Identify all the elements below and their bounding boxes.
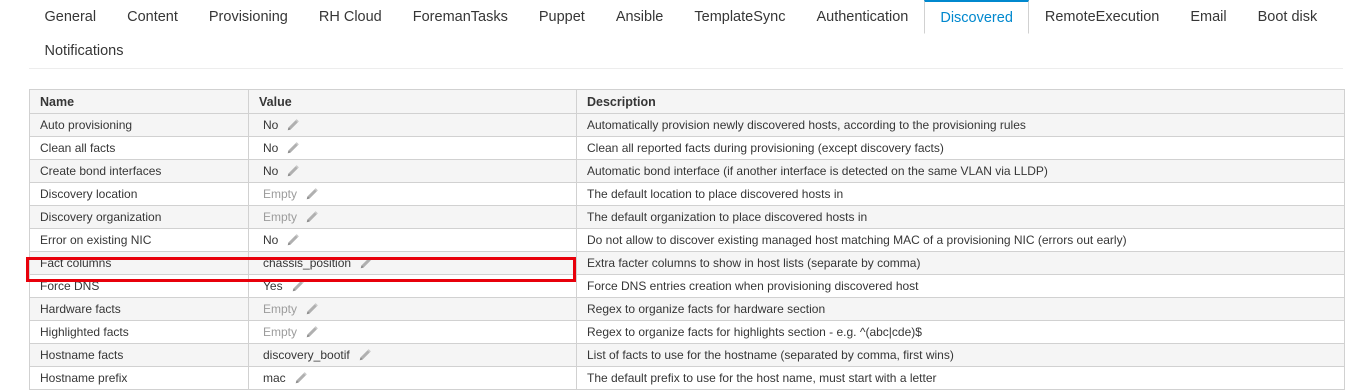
setting-name: Create bond interfaces (29, 159, 249, 183)
setting-name: Force DNS (29, 274, 249, 298)
table-row: Hostname facts discovery_bootif List of fa… (29, 343, 1345, 367)
setting-name: Discovery organization (29, 205, 249, 229)
pencil-icon[interactable] (358, 348, 372, 362)
pencil-icon[interactable] (286, 164, 300, 178)
pencil-icon[interactable] (305, 210, 319, 224)
setting-value-cell[interactable]: No (248, 159, 577, 183)
setting-value-cell[interactable]: No (248, 228, 577, 252)
setting-value-cell[interactable]: No (248, 113, 577, 137)
setting-description: The default prefix to use for the host n… (576, 366, 1345, 390)
pencil-icon[interactable] (286, 233, 300, 247)
setting-value[interactable]: chassis_position (263, 256, 351, 270)
table-row: Discovery organization Empty The default o… (29, 205, 1345, 229)
pencil-icon[interactable] (305, 302, 319, 316)
setting-value-cell[interactable]: discovery_bootif (248, 343, 577, 367)
setting-value[interactable]: No (263, 141, 278, 155)
table-row: Clean all facts No Clean all reported fact… (29, 136, 1345, 160)
setting-description: Do not allow to discover existing manage… (576, 228, 1345, 252)
setting-value-cell[interactable]: Empty (248, 320, 577, 344)
tab-foremantasks[interactable]: ForemanTasks (397, 0, 523, 34)
setting-description: Automatically provision newly discovered… (576, 113, 1345, 137)
table-row: Fact columns chassis_position Extra facter… (29, 251, 1345, 275)
table-row: Force DNS Yes Force DNS entries creation w… (29, 274, 1345, 298)
setting-description: Regex to organize facts for highlights s… (576, 320, 1345, 344)
setting-name: Error on existing NIC (29, 228, 249, 252)
setting-value[interactable]: Empty (263, 187, 297, 201)
pencil-icon[interactable] (294, 371, 308, 385)
setting-description: Regex to organize facts for hardware sec… (576, 297, 1345, 321)
column-header-value[interactable]: Value (248, 89, 577, 114)
setting-value[interactable]: No (263, 118, 278, 132)
setting-name: Fact columns (29, 251, 249, 275)
tab-templatesync[interactable]: TemplateSync (679, 0, 801, 34)
pencil-icon[interactable] (291, 279, 305, 293)
setting-description: Force DNS entries creation when provisio… (576, 274, 1345, 298)
setting-value[interactable]: No (263, 164, 278, 178)
setting-value-cell[interactable]: Empty (248, 205, 577, 229)
pencil-icon[interactable] (359, 256, 373, 270)
table-row: Discovery location Empty The default locat… (29, 182, 1345, 206)
tab-ansible[interactable]: Ansible (600, 0, 679, 34)
setting-name: Highlighted facts (29, 320, 249, 344)
table-row: Hostname prefix mac The default prefix to … (29, 366, 1345, 390)
settings-table: Name Value Description Auto provisioning… (29, 89, 1345, 390)
setting-name: Discovery location (29, 182, 249, 206)
setting-value[interactable]: No (263, 233, 278, 247)
setting-value[interactable]: discovery_bootif (263, 348, 350, 362)
setting-name: Auto provisioning (29, 113, 249, 137)
setting-value[interactable]: Empty (263, 210, 297, 224)
table-row: Create bond interfaces No Automatic bond i… (29, 159, 1345, 183)
setting-name: Hostname prefix (29, 366, 249, 390)
setting-description: The default location to place discovered… (576, 182, 1345, 206)
tab-general[interactable]: General (29, 0, 112, 34)
setting-value-cell[interactable]: No (248, 136, 577, 160)
tab-provisioning[interactable]: Provisioning (193, 0, 303, 34)
tab-puppet[interactable]: Puppet (523, 0, 600, 34)
pencil-icon[interactable] (286, 118, 300, 132)
setting-value[interactable]: Empty (263, 302, 297, 316)
setting-name: Hostname facts (29, 343, 249, 367)
tab-remoteexecution[interactable]: RemoteExecution (1029, 0, 1174, 34)
tab-notifications[interactable]: Notifications (29, 34, 139, 68)
column-header-name[interactable]: Name (29, 89, 249, 114)
setting-description: Extra facter columns to show in host lis… (576, 251, 1345, 275)
table-row: Hardware facts Empty Regex to organize fac… (29, 297, 1345, 321)
setting-name: Hardware facts (29, 297, 249, 321)
setting-name: Clean all facts (29, 136, 249, 160)
setting-value-cell[interactable]: Yes (248, 274, 577, 298)
table-row: Highlighted facts Empty Regex to organize … (29, 320, 1345, 344)
tab-discovered[interactable]: Discovered (923, 0, 1030, 34)
setting-value-cell[interactable]: chassis_position (248, 251, 577, 275)
tab-email[interactable]: Email (1175, 0, 1242, 34)
settings-tabs: General Content Provisioning RH Cloud Forema… (29, 0, 1343, 69)
pencil-icon[interactable] (305, 325, 319, 339)
setting-description: The default organization to place discov… (576, 205, 1345, 229)
tab-rh-cloud[interactable]: RH Cloud (303, 0, 397, 34)
setting-value[interactable]: Empty (263, 325, 297, 339)
setting-description: Clean all reported facts during provisio… (576, 136, 1345, 160)
pencil-icon[interactable] (305, 187, 319, 201)
tab-authentication[interactable]: Authentication (801, 0, 924, 34)
setting-value-cell[interactable]: mac (248, 366, 577, 390)
setting-description: Automatic bond interface (if another int… (576, 159, 1345, 183)
setting-value[interactable]: Yes (263, 279, 283, 293)
setting-value[interactable]: mac (263, 371, 286, 385)
table-row: Error on existing NIC No Do not allow to d… (29, 228, 1345, 252)
tab-content[interactable]: Content (112, 0, 194, 34)
setting-description: List of facts to use for the hostname (s… (576, 343, 1345, 367)
table-header-row: Name Value Description (29, 89, 1345, 114)
setting-value-cell[interactable]: Empty (248, 182, 577, 206)
column-header-description[interactable]: Description (576, 89, 1345, 114)
tab-boot-disk[interactable]: Boot disk (1242, 0, 1333, 34)
table-row: Auto provisioning No Automatically provisi… (29, 113, 1345, 137)
setting-value-cell[interactable]: Empty (248, 297, 577, 321)
pencil-icon[interactable] (286, 141, 300, 155)
